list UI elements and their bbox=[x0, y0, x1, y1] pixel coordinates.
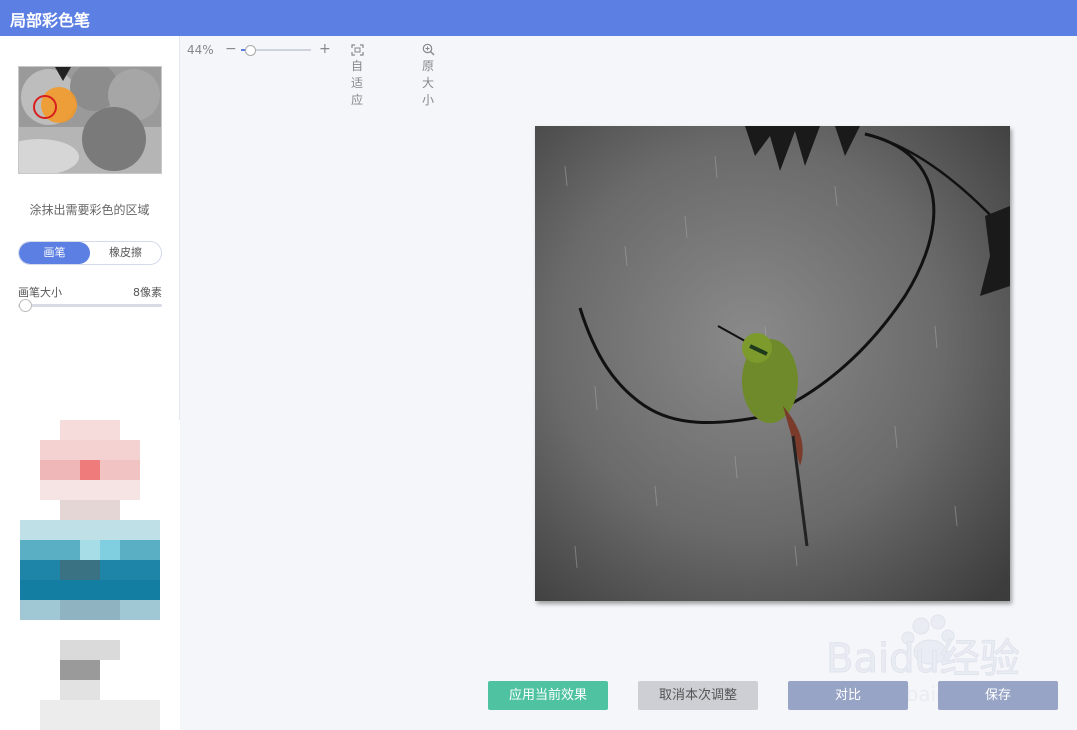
fit-to-window-label: 自适应 bbox=[351, 59, 364, 107]
instruction-text: 涂抹出需要彩色的区域 bbox=[29, 203, 150, 217]
zoom-in-button[interactable]: + bbox=[319, 41, 331, 57]
title-bar: 局部彩色笔 bbox=[0, 0, 1077, 36]
eraser-tool-button[interactable]: 橡皮擦 bbox=[90, 242, 161, 264]
zoom-out-button[interactable]: − bbox=[225, 41, 237, 57]
compare-button[interactable]: 对比 bbox=[788, 681, 908, 710]
brush-size-slider[interactable] bbox=[18, 304, 162, 307]
brush-size-label: 画笔大小 bbox=[18, 286, 62, 299]
brush-size-row: 画笔大小 8像素 bbox=[18, 284, 162, 300]
brush-tool-button[interactable]: 画笔 bbox=[19, 242, 90, 264]
brush-size-slider-handle[interactable] bbox=[19, 299, 32, 312]
editing-canvas-image[interactable] bbox=[535, 126, 1010, 601]
original-size-button[interactable]: 原大小 bbox=[422, 43, 437, 108]
original-size-label: 原大小 bbox=[422, 59, 435, 107]
tool-toggle: 画笔 橡皮擦 bbox=[18, 241, 162, 265]
zoom-level: 44% bbox=[187, 43, 214, 57]
fit-icon bbox=[351, 44, 364, 56]
pixelated-mosaic-image bbox=[0, 420, 180, 730]
save-button[interactable]: 保存 bbox=[938, 681, 1058, 710]
svg-text:Baidu经验: Baidu经验 bbox=[826, 636, 1020, 682]
brush-size-value: 8像素 bbox=[133, 286, 162, 299]
fit-to-window-button[interactable]: 自适应 bbox=[351, 43, 366, 108]
example-preview-image bbox=[18, 66, 162, 174]
cancel-adjustment-button[interactable]: 取消本次调整 bbox=[638, 681, 758, 710]
apply-effect-button[interactable]: 应用当前效果 bbox=[488, 681, 608, 710]
magnifier-icon bbox=[422, 43, 435, 56]
zoom-slider-handle[interactable] bbox=[245, 45, 256, 56]
window-title: 局部彩色笔 bbox=[10, 11, 91, 30]
